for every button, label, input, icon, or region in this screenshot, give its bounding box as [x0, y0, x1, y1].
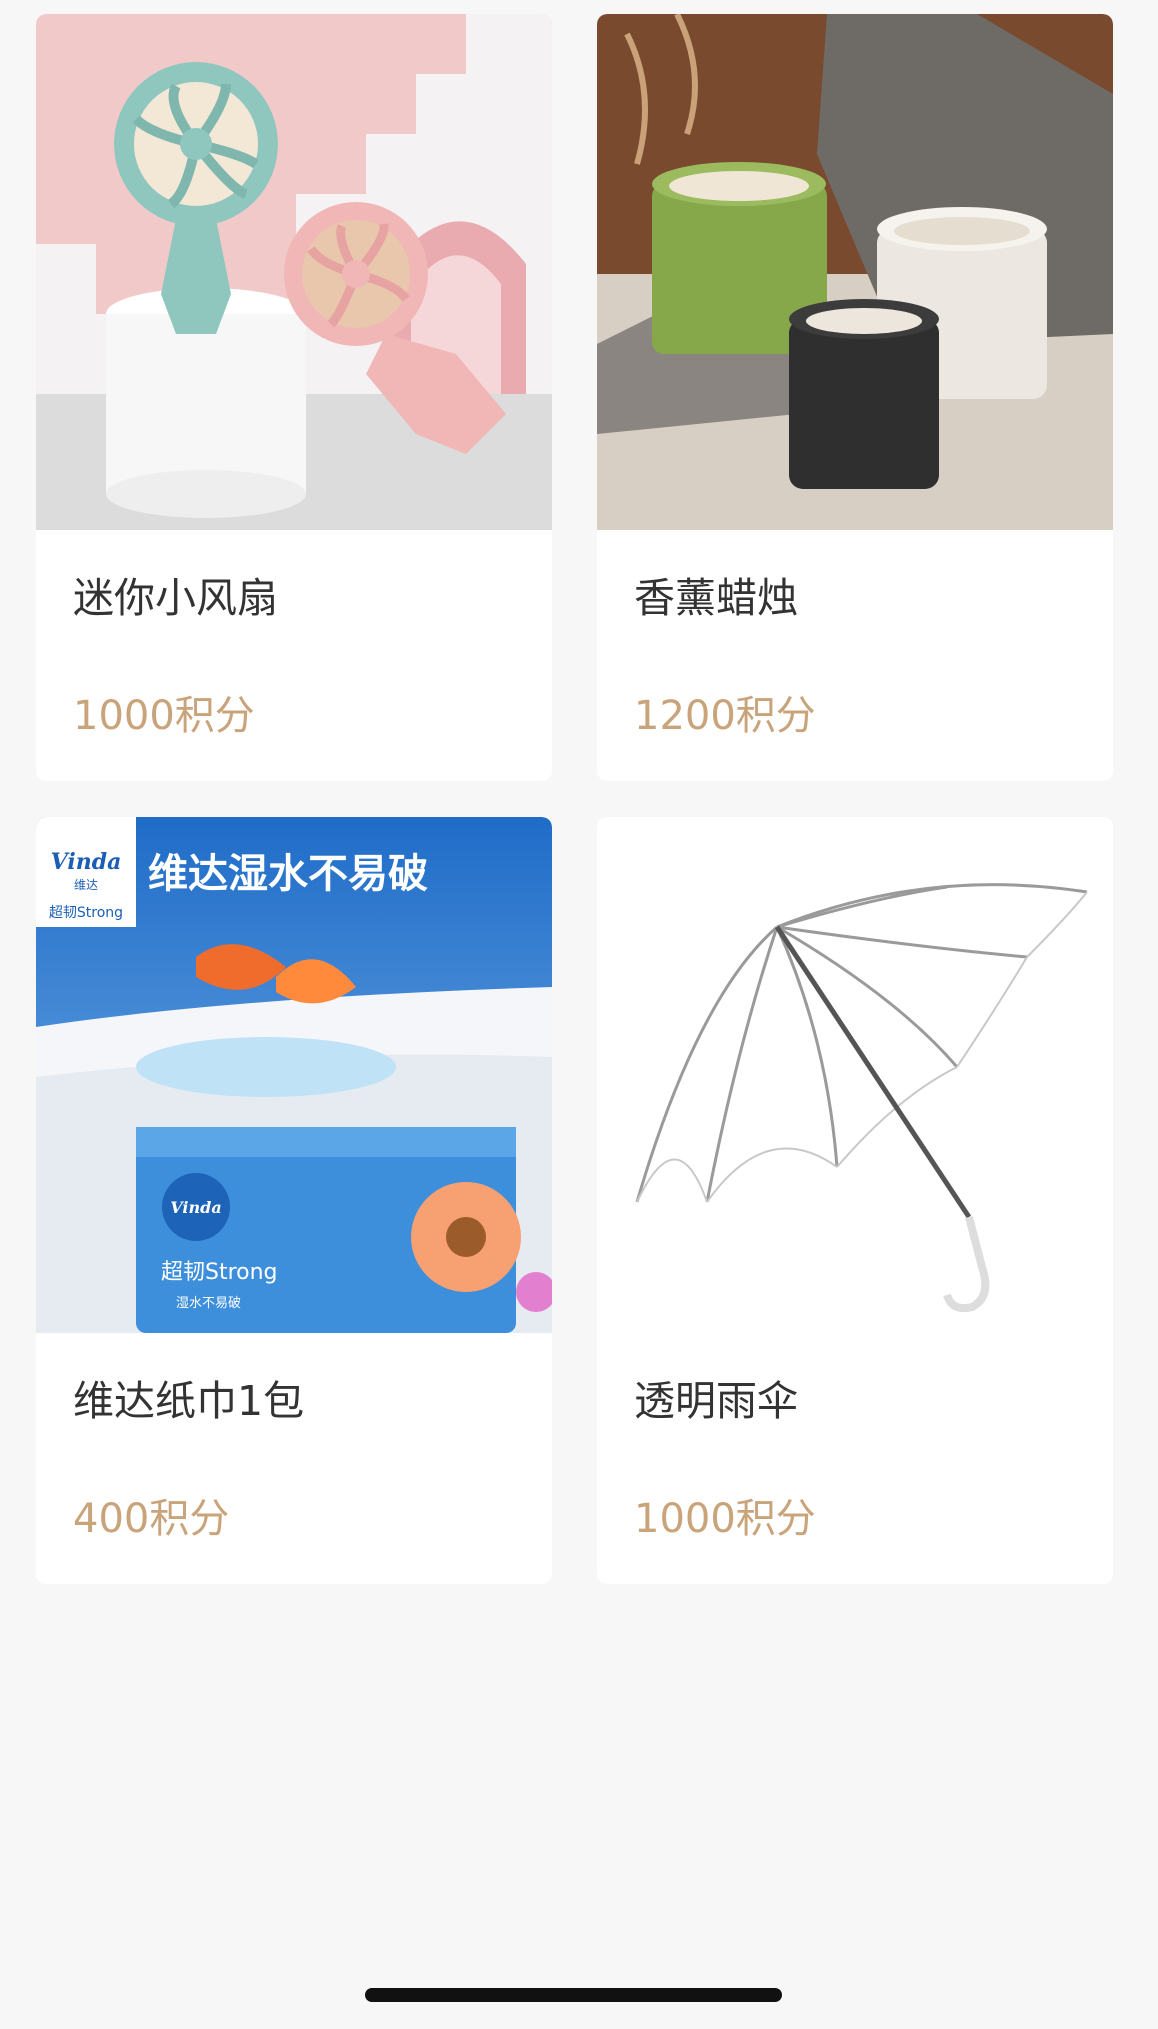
candle-image	[597, 14, 1113, 530]
product-price: 1000积分	[634, 1496, 816, 1542]
product-price: 400积分	[73, 1496, 230, 1542]
vinda-logo-text: Vinda	[51, 849, 122, 875]
pack-strong-text: 超韧Strong	[161, 1260, 278, 1285]
umbrella-image	[597, 817, 1113, 1333]
product-name: 迷你小风扇	[73, 574, 278, 622]
product-card-aroma-candle[interactable]: 香薰蜡烛 1200积分	[597, 14, 1113, 781]
product-name: 透明雨伞	[634, 1377, 798, 1425]
product-card-clear-umbrella[interactable]: 透明雨伞 1000积分	[597, 817, 1113, 1584]
tissue-image: Vinda 维达 超韧Strong 维达湿水不易破 Vinda 超韧Strong…	[36, 817, 552, 1333]
product-card-mini-fan[interactable]: 迷你小风扇 1000积分	[36, 14, 552, 781]
points-mall-page: 迷你小风扇 1000积分 香薰蜡烛 1200积分 Vinda 维达 超韧Stro…	[0, 0, 1158, 2029]
product-price: 1200积分	[634, 693, 816, 739]
product-image-clear-umbrella[interactable]	[597, 817, 1113, 1333]
product-name: 维达纸巾1包	[73, 1377, 305, 1425]
product-card-vinda-tissue[interactable]: Vinda 维达 超韧Strong 维达湿水不易破 Vinda 超韧Strong…	[36, 817, 552, 1584]
product-image-mini-fan[interactable]	[36, 14, 552, 530]
vinda-logo-cn: 维达	[74, 878, 98, 892]
pack-sub-text: 湿水不易破	[176, 1296, 241, 1311]
product-name: 香薰蜡烛	[634, 574, 798, 622]
home-indicator[interactable]	[365, 1988, 782, 2002]
product-image-aroma-candle[interactable]	[597, 14, 1113, 530]
svg-text:Vinda: Vinda	[170, 1198, 221, 1217]
fan-image	[36, 14, 552, 530]
tissue-slogan: 维达湿水不易破	[148, 851, 428, 897]
product-price: 1000积分	[73, 693, 255, 739]
product-grid: 迷你小风扇 1000积分 香薰蜡烛 1200积分 Vinda 维达 超韧Stro…	[36, 14, 1113, 1584]
vinda-logo-sub: 超韧Strong	[49, 905, 123, 921]
product-image-vinda-tissue[interactable]: Vinda 维达 超韧Strong 维达湿水不易破 Vinda 超韧Strong…	[36, 817, 552, 1333]
